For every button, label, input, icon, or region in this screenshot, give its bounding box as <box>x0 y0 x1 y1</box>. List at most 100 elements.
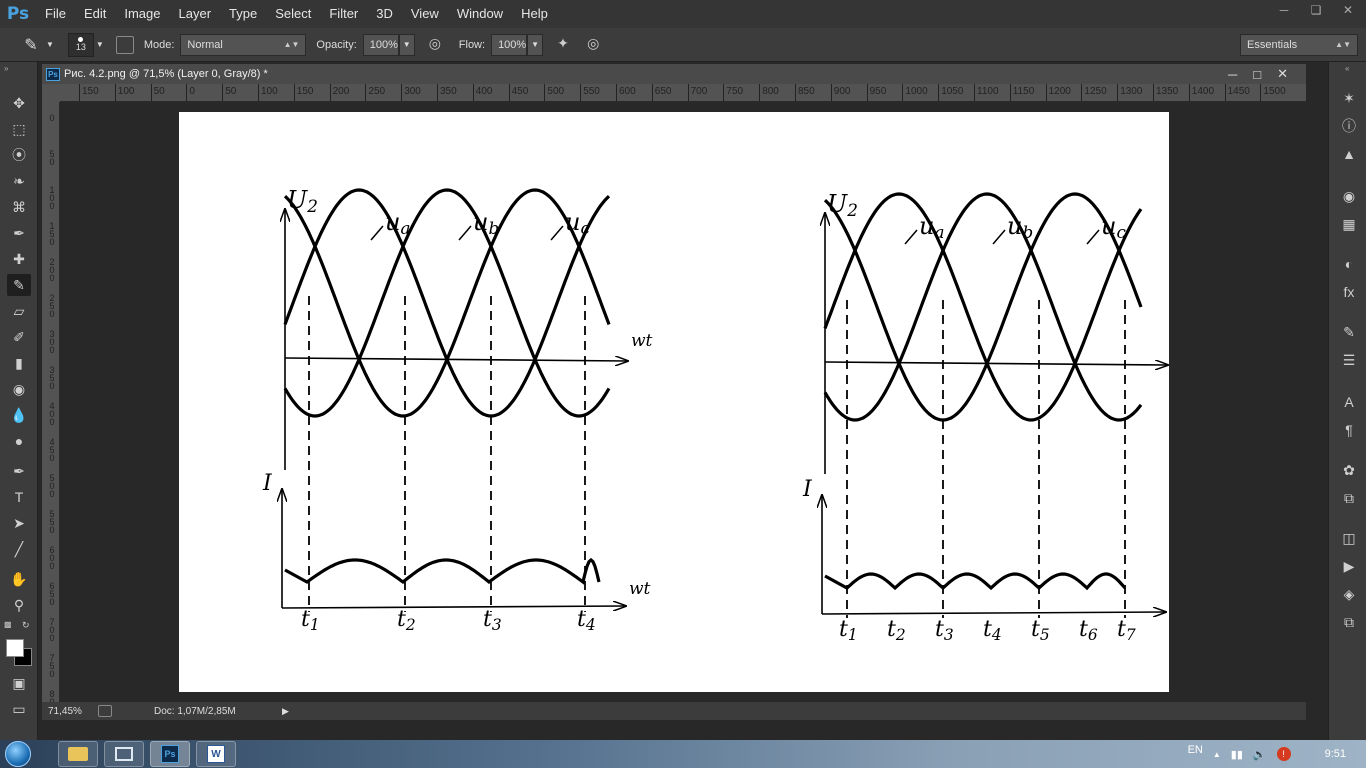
doc-close-icon[interactable]: ✕ <box>1277 66 1288 82</box>
menu-type[interactable]: Type <box>220 0 266 28</box>
brush-panel-icon[interactable]: ☰ <box>1338 350 1360 370</box>
status-menu-icon[interactable]: ▶ <box>282 706 289 717</box>
start-button[interactable] <box>0 740 36 768</box>
channels-icon[interactable]: ⧉ <box>1338 612 1360 632</box>
ruler-top-label: 700 <box>690 86 708 97</box>
styles-icon[interactable]: fx <box>1338 282 1360 302</box>
default-colors-icon[interactable]: ▩ <box>4 620 12 629</box>
navigator-icon[interactable]: ✶ <box>1338 88 1360 108</box>
lasso-tool-icon[interactable]: ⦿ <box>7 144 31 166</box>
foreground-color-swatch[interactable] <box>6 639 24 657</box>
mode-select[interactable]: Normal ▲▼ <box>180 33 307 56</box>
flow-input[interactable]: 100% <box>491 33 528 56</box>
flow-slider-button[interactable]: ▼ <box>527 33 544 56</box>
menu-3d[interactable]: 3D <box>367 0 402 28</box>
network-icon[interactable]: ▮▮ <box>1231 748 1243 761</box>
path-selection-tool-icon[interactable]: ➤ <box>7 512 31 534</box>
quick-mask-icon[interactable]: ▣ <box>7 672 31 694</box>
taskbar-word[interactable]: W <box>196 741 236 767</box>
adjustments-icon[interactable]: ◐ <box>1338 254 1360 274</box>
panel-collapse-icon[interactable]: » <box>4 64 8 73</box>
paint-bucket-tool-icon[interactable]: ◉ <box>7 378 31 400</box>
transform-icon[interactable]: ⧉ <box>1338 488 1360 508</box>
ruler-top-label: 400 <box>475 86 493 97</box>
eraser-tool-icon[interactable]: ▮ <box>7 352 31 374</box>
hand-tool-icon[interactable]: ✋ <box>7 568 31 590</box>
show-hidden-icons-icon[interactable]: ▲ <box>1213 750 1221 759</box>
horizontal-ruler[interactable]: 150 100 50 0 50 100 150 200 250 300 350 400 450 500 55… <box>60 84 1306 102</box>
preset-dropdown-icon[interactable]: ▼ <box>46 40 54 49</box>
info-icon[interactable]: ⓘ <box>1338 116 1360 136</box>
brush-size-picker[interactable]: 13 <box>67 32 94 57</box>
brush-tool-preset-icon[interactable]: ✎ <box>18 32 44 58</box>
zoom-level[interactable]: 71,45% <box>42 706 94 717</box>
pen-tool-icon[interactable]: ✒ <box>7 460 31 482</box>
move-tool-icon[interactable]: ✥ <box>7 92 31 114</box>
history-icon[interactable]: ◫ <box>1338 528 1360 548</box>
canvas-area[interactable]: U2wtuaubucIwtt1t2t3t4 U2wtuaubucIwtt1t2t… <box>60 102 1306 702</box>
brush-presets-icon[interactable]: ✎ <box>1338 322 1360 342</box>
dodge-tool-icon[interactable]: ● <box>7 430 31 452</box>
color-icon[interactable]: ◉ <box>1338 186 1360 206</box>
doc-minimize-icon[interactable]: ─ <box>1228 67 1237 82</box>
menu-image[interactable]: Image <box>115 0 169 28</box>
brush-panel-toggle-icon[interactable] <box>115 35 134 54</box>
doc-maximize-icon[interactable]: □ <box>1253 67 1261 82</box>
action-center-icon[interactable]: ! <box>1276 747 1291 761</box>
screen-mode-icon[interactable]: ▭ <box>7 698 31 720</box>
3d-icon[interactable]: ✿ <box>1338 460 1360 480</box>
quick-selection-tool-icon[interactable]: ❧ <box>7 170 31 192</box>
actions-icon[interactable]: ▶ <box>1338 556 1360 576</box>
airbrush-icon[interactable]: ✦ <box>557 35 577 55</box>
brush-tool-icon[interactable]: ✎ <box>7 274 31 296</box>
layers-icon[interactable]: ◈ <box>1338 584 1360 604</box>
vertical-ruler[interactable]: 0 50 100 150 200 250 300 350 400 450 500 550 600 650 7… <box>42 102 60 702</box>
paragraph-icon[interactable]: ¶ <box>1338 420 1360 440</box>
taskbar-window-switcher[interactable] <box>104 741 144 767</box>
opacity-slider-button[interactable]: ▼ <box>398 33 415 56</box>
menu-filter[interactable]: Filter <box>320 0 367 28</box>
marquee-tool-icon[interactable]: ⬚ <box>7 118 31 140</box>
eyedropper-tool-icon[interactable]: ✒ <box>7 222 31 244</box>
histogram-icon[interactable]: ▲ <box>1338 144 1360 164</box>
menu-help[interactable]: Help <box>512 0 557 28</box>
taskbar-explorer[interactable] <box>58 741 98 767</box>
workspace-select[interactable]: Essentials ▲▼ <box>1240 33 1358 56</box>
menu-file[interactable]: File <box>36 0 75 28</box>
menu-window[interactable]: Window <box>448 0 512 28</box>
healing-brush-tool-icon[interactable]: ✚ <box>7 248 31 270</box>
dock-collapse-icon[interactable]: « <box>1345 64 1349 73</box>
clone-stamp-tool-icon[interactable]: ▱ <box>7 300 31 322</box>
windows-taskbar: Ps W EN ▲ ▮▮ 🔈 ! 9:51 <box>0 740 1366 768</box>
minimize-icon[interactable]: ─ <box>1274 3 1294 17</box>
history-brush-tool-icon[interactable]: ✐ <box>7 326 31 348</box>
brush-size-dropdown-icon[interactable]: ▼ <box>96 40 104 49</box>
zoom-tool-icon[interactable]: ⚲ <box>7 594 31 616</box>
blur-tool-icon[interactable]: 💧 <box>7 404 31 426</box>
restore-icon[interactable]: ❏ <box>1306 3 1326 17</box>
image-canvas[interactable]: U2wtuaubucIwtt1t2t3t4 U2wtuaubucIwtt1t2t… <box>179 112 1193 692</box>
ruler-origin[interactable] <box>42 84 60 102</box>
character-icon[interactable]: A <box>1338 392 1360 412</box>
menu-view[interactable]: View <box>402 0 448 28</box>
menu-layer[interactable]: Layer <box>170 0 221 28</box>
volume-icon[interactable]: 🔈 <box>1253 748 1267 761</box>
status-info-icon[interactable] <box>98 705 112 717</box>
opacity-input[interactable]: 100% <box>362 33 399 56</box>
menu-select[interactable]: Select <box>266 0 320 28</box>
menu-edit[interactable]: Edit <box>75 0 115 28</box>
line-tool-icon[interactable]: ╱ <box>7 538 31 560</box>
swap-colors-icon[interactable]: ↻ <box>22 620 30 631</box>
close-icon[interactable]: ✕ <box>1338 3 1358 17</box>
document-tab[interactable]: Ps Рис. 4.2.png @ 71,5% (Layer 0, Gray/8… <box>42 64 1306 84</box>
pressure-opacity-icon[interactable]: ◎ <box>429 35 449 55</box>
taskbar-photoshop[interactable]: Ps <box>150 741 190 767</box>
folder-icon <box>68 747 88 761</box>
curve-label-b: ub <box>1007 212 1033 242</box>
swatches-icon[interactable]: ▦ <box>1338 214 1360 234</box>
type-tool-icon[interactable]: T <box>7 486 31 508</box>
language-indicator[interactable]: EN <box>1188 744 1203 756</box>
pressure-size-icon[interactable]: ◎ <box>587 35 607 55</box>
crop-tool-icon[interactable]: ⌘ <box>7 196 31 218</box>
clock[interactable]: 9:51 <box>1325 748 1346 760</box>
